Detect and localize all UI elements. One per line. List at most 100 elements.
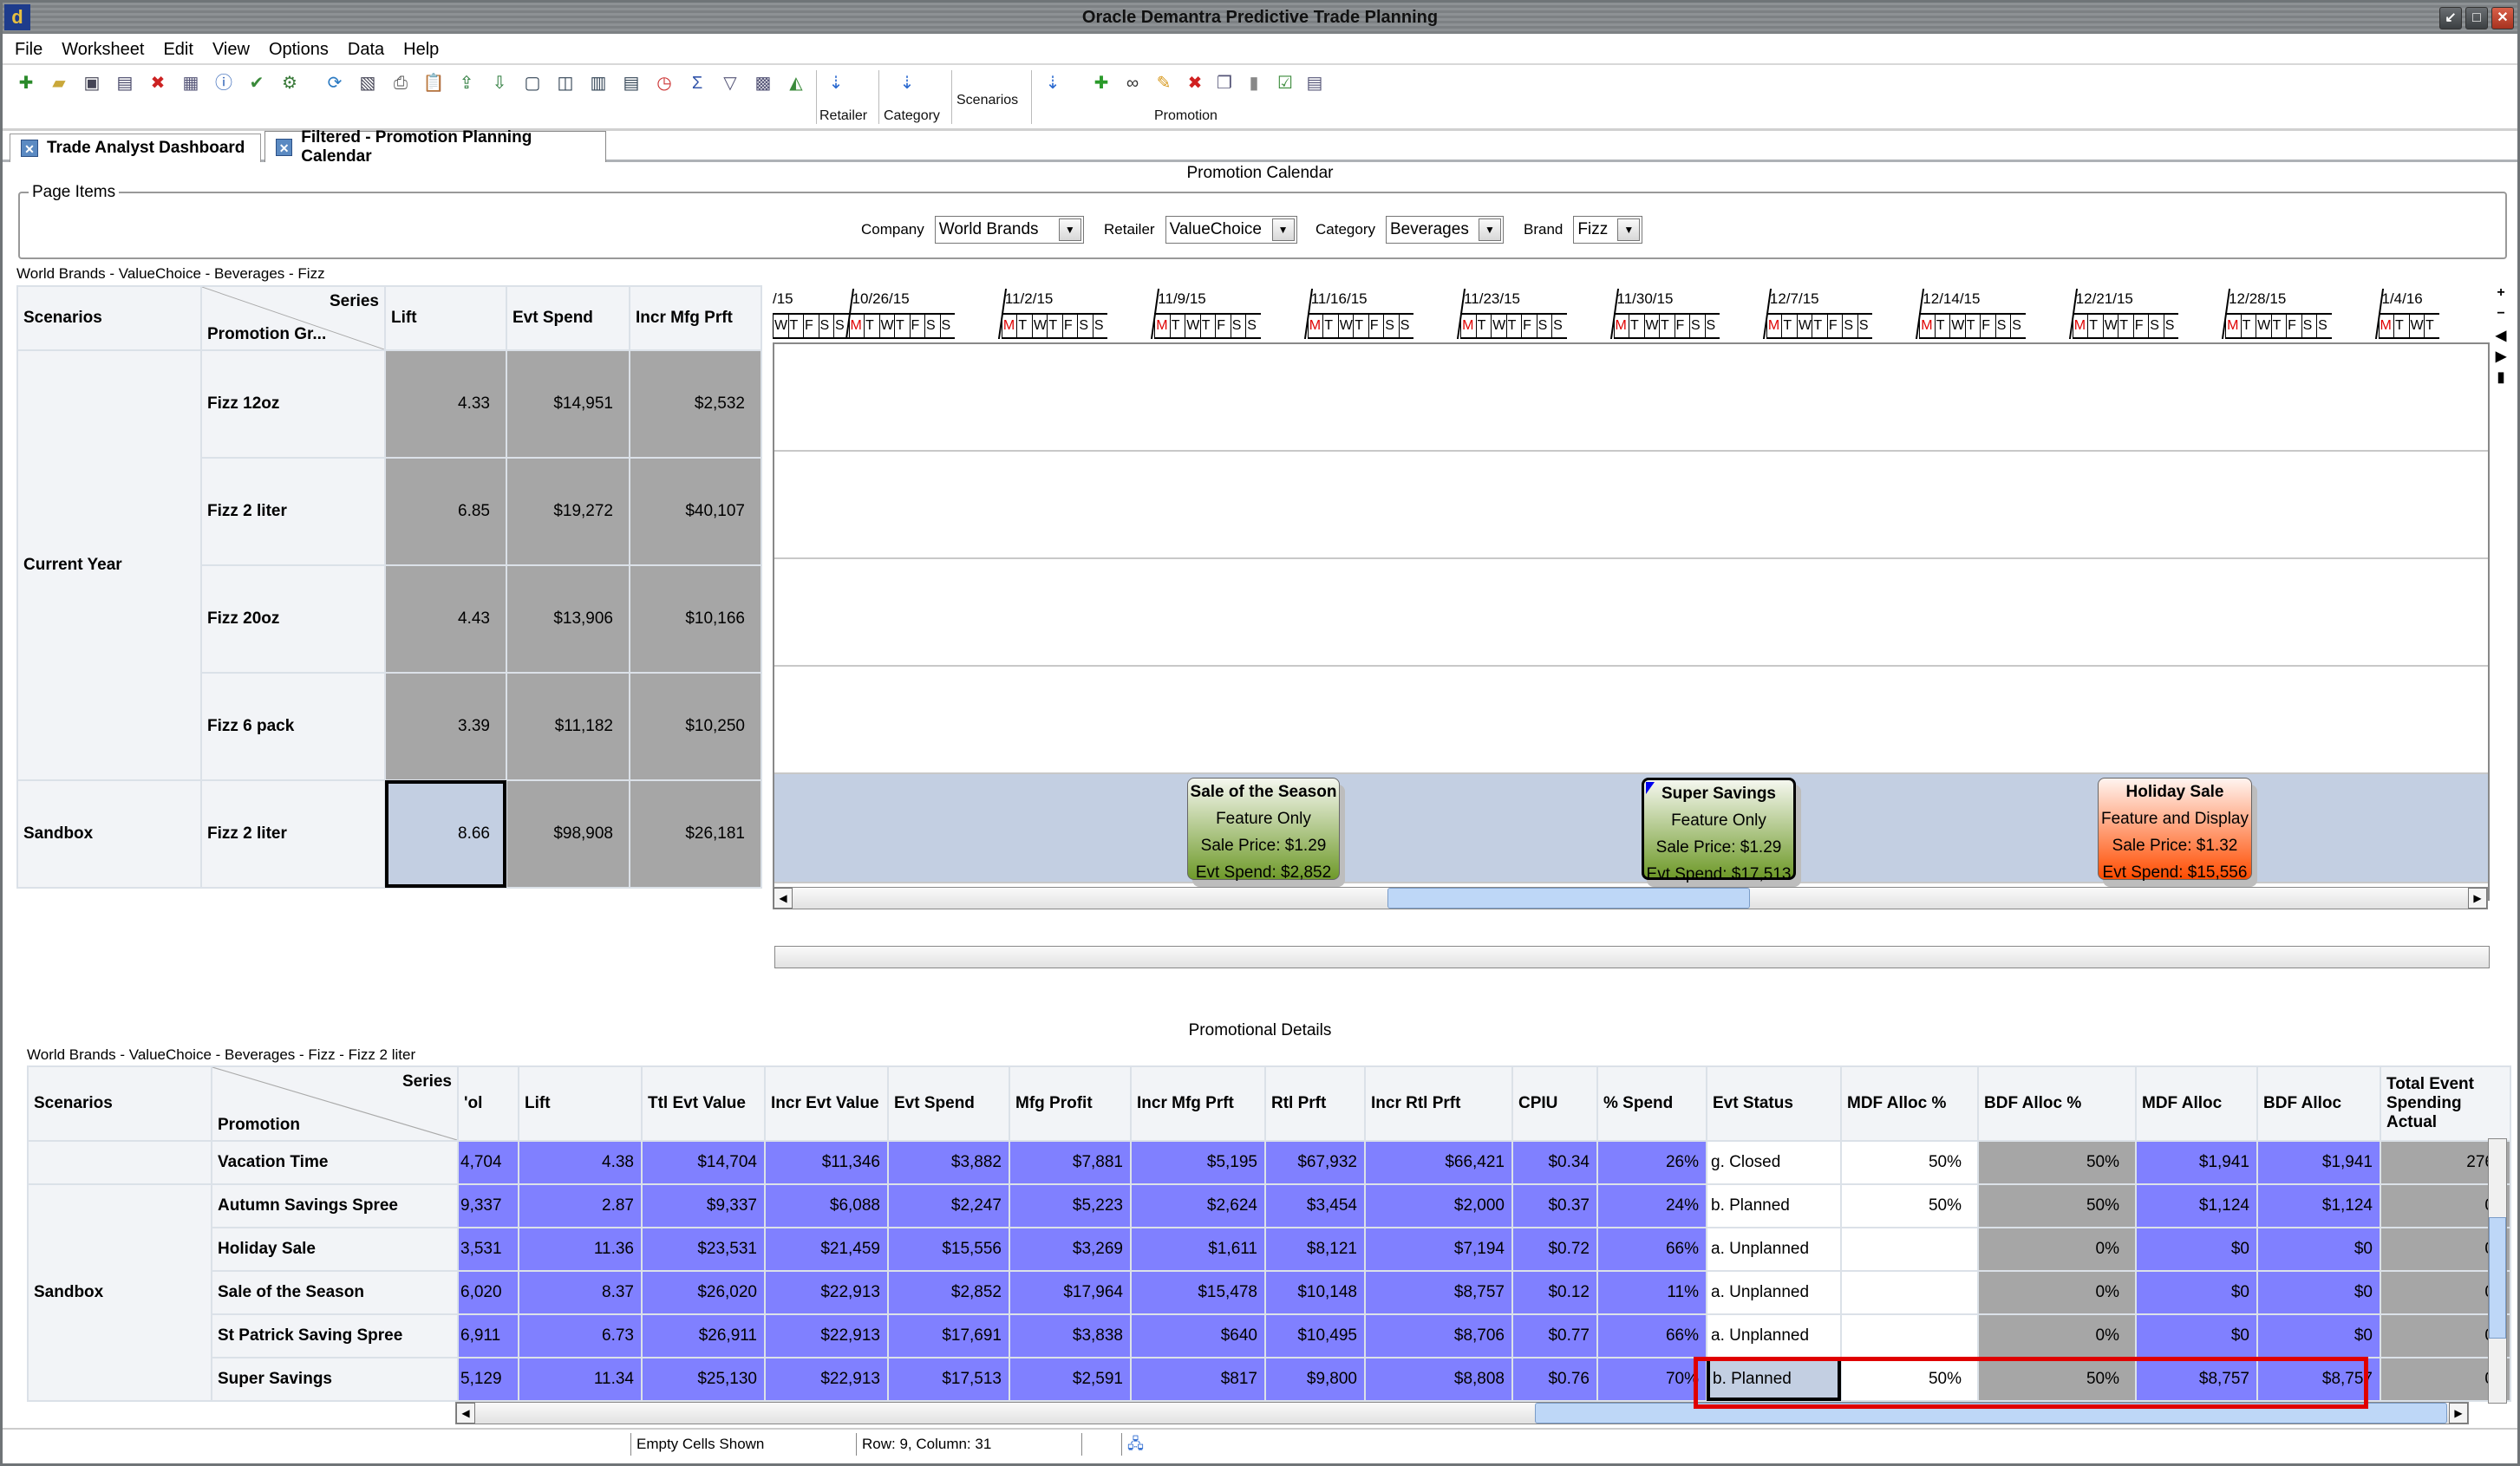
column-header[interactable]: Total Event Spending Actual	[2380, 1065, 2511, 1142]
import-excel-icon[interactable]: ⇩	[488, 72, 511, 94]
calendar-week[interactable]: 12/21/15 M T W T F S S	[2068, 285, 2179, 339]
cell[interactable]: $1,941	[2135, 1140, 2258, 1185]
column-header[interactable]: 'ol	[457, 1065, 519, 1142]
save-as-icon[interactable]: ▤	[114, 72, 136, 94]
cell[interactable]: $6,088	[764, 1183, 889, 1228]
cell[interactable]	[1840, 1227, 1979, 1272]
cell[interactable]: 3,531	[457, 1227, 519, 1272]
cell[interactable]: $3,882	[887, 1140, 1010, 1185]
calendar-week[interactable]: 11/9/15 M T W T F S S	[1151, 285, 1261, 339]
next-icon[interactable]: ▶	[2491, 348, 2510, 368]
cell[interactable]: $22,913	[764, 1313, 889, 1358]
cell[interactable]: 6.85	[384, 457, 507, 566]
cell[interactable]: 50%	[1840, 1140, 1979, 1185]
brand-dropdown[interactable]: Fizz ▼	[1573, 216, 1643, 244]
cell[interactable]: $817	[1130, 1357, 1266, 1402]
close-tab-icon[interactable]: ✕	[276, 138, 293, 156]
notes-icon[interactable]: ▤	[620, 72, 643, 94]
cell[interactable]: $7,881	[1009, 1140, 1132, 1185]
evt-status-cell[interactable]: a. Unplanned	[1706, 1270, 1842, 1315]
details-vertical-scrollbar[interactable]	[2488, 1138, 2507, 1404]
network-icon[interactable]: 🖧	[1121, 1433, 1144, 1456]
cell[interactable]: $1,941	[2256, 1140, 2381, 1185]
column-header[interactable]: Mfg Profit	[1009, 1065, 1132, 1142]
cell[interactable]: 11.36	[518, 1227, 643, 1272]
xyz-icon[interactable]: ▧	[356, 72, 379, 94]
filter-icon[interactable]: ▽	[719, 72, 741, 94]
today-icon[interactable]: ▮	[2491, 368, 2510, 389]
cell[interactable]: 70%	[1596, 1357, 1707, 1402]
cell[interactable]: 26%	[1596, 1140, 1707, 1185]
cell[interactable]: $3,269	[1009, 1227, 1132, 1272]
menu-options[interactable]: Options	[269, 40, 329, 60]
scenario-current-year[interactable]: Current Year	[16, 349, 202, 781]
promotion-report-icon[interactable]: ▤	[1303, 72, 1326, 94]
window-icon[interactable]: ▢	[521, 72, 544, 94]
close-button[interactable]: ✕	[2491, 7, 2514, 29]
delete-worksheet-icon[interactable]: ✖	[147, 72, 169, 94]
new-icon[interactable]: ✚	[15, 72, 37, 94]
cell[interactable]: 4.43	[384, 564, 507, 674]
cell[interactable]: $10,148	[1264, 1270, 1366, 1315]
tab-trade-analyst-dashboard[interactable]: ✕ Trade Analyst Dashboard	[10, 134, 261, 162]
restore-button[interactable]: ↙	[2439, 7, 2462, 29]
cell[interactable]: $0	[2135, 1227, 2258, 1272]
calculator-icon[interactable]: ▥	[587, 72, 610, 94]
scenarios-label[interactable]: Scenarios	[956, 93, 1018, 108]
cell[interactable]: $3,838	[1009, 1313, 1132, 1358]
cell[interactable]: $0.77	[1511, 1313, 1598, 1358]
cell[interactable]: 50%	[1840, 1183, 1979, 1228]
close-tab-icon[interactable]: ✕	[21, 140, 38, 157]
calendar-clock-icon[interactable]: ◷	[653, 72, 676, 94]
cell[interactable]: 5,129	[457, 1357, 519, 1402]
category-open-icon[interactable]: ⇣	[896, 72, 918, 94]
cell[interactable]: $26,181	[629, 779, 762, 889]
refresh-icon[interactable]: ⟳	[323, 72, 346, 94]
evt-status-cell[interactable]: g. Closed	[1706, 1140, 1842, 1185]
retailer-open-icon[interactable]: ⇣	[825, 72, 847, 94]
export-excel-icon[interactable]: ⇪	[455, 72, 478, 94]
view-promotion-icon[interactable]: ∞	[1121, 72, 1144, 94]
scroll-right-icon[interactable]: ▶	[2468, 888, 2487, 909]
cell[interactable]: $8,121	[1264, 1227, 1366, 1272]
column-header[interactable]: CPIU	[1511, 1065, 1598, 1142]
cell[interactable]: $5,195	[1130, 1140, 1266, 1185]
calendar-week[interactable]: 12/28/15 M T W T F S S	[2222, 285, 2332, 339]
cell[interactable]: $26,020	[641, 1270, 766, 1315]
cell[interactable]: $2,532	[629, 349, 762, 459]
previous-icon[interactable]: ◀	[2491, 327, 2510, 348]
column-header[interactable]: Evt Spend	[887, 1065, 1010, 1142]
filter-grid-icon[interactable]: ▩	[752, 72, 774, 94]
cell[interactable]: 0%	[1977, 1227, 2137, 1272]
zoom-in-icon[interactable]: +	[2491, 285, 2510, 306]
cell[interactable]: $98,908	[506, 779, 630, 889]
cell[interactable]	[1840, 1270, 1979, 1315]
row-header[interactable]: Fizz 2 liter	[200, 457, 386, 566]
cell[interactable]: $640	[1130, 1313, 1266, 1358]
cell[interactable]: $11,182	[506, 672, 630, 781]
promotion-open-icon[interactable]: ⇣	[1041, 72, 1064, 94]
cell[interactable]: $2,247	[887, 1183, 1010, 1228]
calendar-row[interactable]	[774, 452, 2488, 559]
calendar-row[interactable]	[774, 667, 2488, 774]
scroll-thumb[interactable]	[1387, 888, 1750, 909]
cell[interactable]: $10,250	[629, 672, 762, 781]
cell[interactable]: 6,020	[457, 1270, 519, 1315]
cell[interactable]: $11,346	[764, 1140, 889, 1185]
scroll-right-icon[interactable]: ▶	[2449, 1403, 2468, 1424]
chevron-down-icon[interactable]: ▼	[1478, 218, 1501, 241]
evt-status-cell[interactable]: a. Unplanned	[1706, 1313, 1842, 1358]
column-header[interactable]: BDF Alloc %	[1977, 1065, 2137, 1142]
scenario-cell[interactable]	[27, 1140, 212, 1185]
sum-icon[interactable]: Σ	[686, 72, 708, 94]
cell[interactable]: $15,478	[1130, 1270, 1266, 1315]
menu-help[interactable]: Help	[403, 40, 439, 60]
cell[interactable]: 6.73	[518, 1313, 643, 1358]
cell[interactable]: $40,107	[629, 457, 762, 566]
cell[interactable]: 66%	[1596, 1227, 1707, 1272]
promotion-row-header[interactable]: Super Savings	[211, 1357, 459, 1402]
cell[interactable]: 50%	[1977, 1140, 2137, 1185]
menu-data[interactable]: Data	[348, 40, 384, 60]
promotion-block-super-savings[interactable]: Super Savings Feature Only Sale Price: $…	[1642, 778, 1796, 883]
column-header[interactable]: Incr Evt Value	[764, 1065, 889, 1142]
